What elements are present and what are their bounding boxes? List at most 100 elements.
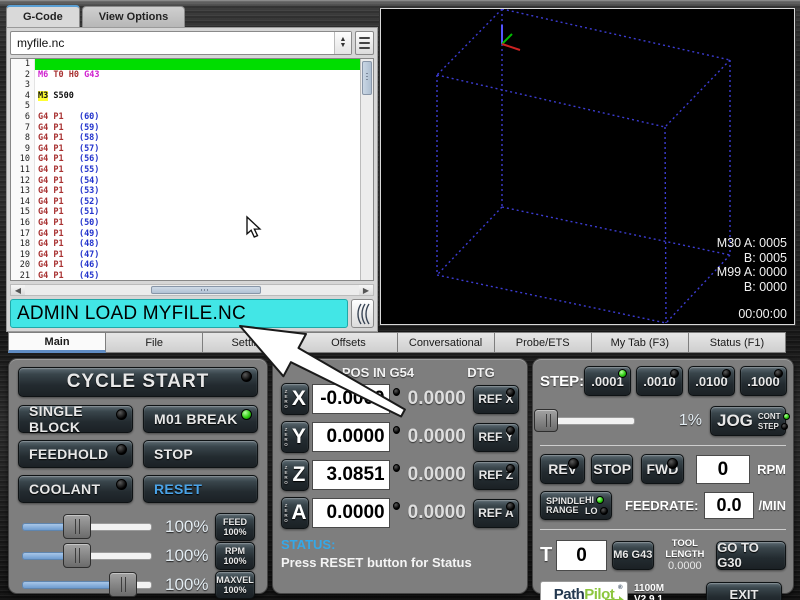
ref-z-button[interactable]: REF Z — [472, 460, 519, 490]
spindle-stop-button[interactable]: STOP — [591, 454, 634, 484]
rpm-100-button[interactable]: RPM 100% — [215, 542, 255, 570]
gcode-line[interactable]: 5 — [11, 101, 360, 112]
spindle-rev-button[interactable]: REV — [540, 454, 586, 484]
tab-status-f1[interactable]: Status (F1) — [688, 332, 786, 353]
dro-a-input[interactable]: 0.0000 — [311, 498, 390, 528]
step-0100-button[interactable]: .0100 — [688, 366, 735, 396]
feed-slider-handle[interactable] — [62, 514, 91, 539]
step-0001-button[interactable]: .0001 — [584, 366, 631, 396]
coolant-button[interactable]: COOLANT — [18, 475, 133, 503]
gcode-line[interactable]: 20 G4 P1 (46) — [11, 260, 360, 271]
rpm-slider-handle[interactable] — [62, 543, 91, 568]
tab-my-tab-f3[interactable]: My Tab (F3) — [591, 332, 689, 353]
gcode-horizontal-scrollbar[interactable]: ◀ ▶ — [10, 284, 374, 296]
scroll-right-arrow-icon[interactable]: ▶ — [359, 285, 373, 295]
feedrate-input[interactable]: 0.0 — [704, 492, 754, 519]
gcode-line[interactable]: 17 G4 P1 (49) — [11, 228, 360, 240]
m6-g43-button[interactable]: M6 G43 — [611, 540, 654, 570]
ref-a-button[interactable]: REF A — [472, 498, 519, 528]
tab-probe-ets[interactable]: Probe/ETS — [494, 332, 592, 353]
axis-letter: Z — [292, 463, 306, 486]
gcode-line[interactable]: 4 M3 S500 — [11, 90, 360, 102]
zero-label: ZERO — [284, 389, 288, 409]
gcode-line[interactable]: 11 G4 P1 (55) — [11, 164, 360, 176]
gcode-line[interactable]: 15 G4 P1 (51) — [11, 207, 360, 218]
dro-y-input[interactable]: 0.0000 — [311, 422, 390, 452]
ref-x-button[interactable]: REF X — [472, 384, 519, 414]
maxvel-100-button[interactable]: MAXVEL 100% — [215, 571, 255, 599]
expand-view-button[interactable] — [351, 299, 374, 328]
dro-x-input[interactable]: -0.0000 — [311, 384, 390, 414]
step-led — [722, 369, 731, 378]
tab-file[interactable]: File — [106, 332, 204, 353]
feed-slider[interactable] — [22, 514, 152, 539]
line-number: 6 — [11, 111, 35, 123]
zero-z-button[interactable]: ZERO Z — [281, 459, 309, 491]
maxvel-slider[interactable] — [22, 572, 152, 597]
gcode-line[interactable]: 9 G4 P1 (57) — [11, 143, 360, 155]
axis-triad-icon — [501, 25, 521, 51]
zero-y-button[interactable]: ZEROY — [281, 421, 309, 453]
tool-number-input[interactable]: 0 — [556, 539, 607, 571]
jog-mode-step-led — [780, 422, 788, 430]
zero-x-button[interactable]: ZEROX — [281, 383, 309, 415]
gcode-line[interactable]: 7 G4 P1 (59) — [11, 122, 360, 134]
tab-conversational[interactable]: Conversational — [397, 332, 495, 353]
spindle-fwd-button[interactable]: FWD — [641, 454, 684, 484]
ref-y-button[interactable]: REF Y — [472, 422, 519, 452]
gcode-line[interactable]: 12 G4 P1 (54) — [11, 175, 360, 187]
gcode-line[interactable]: 1 — [11, 59, 360, 70]
dro-a-led — [392, 502, 401, 510]
gcode-text: G4 P1 (57) — [38, 143, 100, 154]
spindle-range-button[interactable]: SPINDLE RANGE HI LO — [540, 491, 612, 520]
tab-offsets[interactable]: Offsets — [300, 332, 398, 353]
ref-x-led — [506, 387, 515, 397]
exit-button[interactable]: EXIT — [706, 581, 782, 600]
maxvel-slider-handle[interactable] — [109, 572, 138, 597]
jog-mode-button[interactable]: JOG CONT STEP — [710, 406, 790, 436]
gcode-line[interactable]: 6 G4 P1 (60) — [11, 111, 360, 123]
gcode-line[interactable]: 3 — [11, 80, 360, 91]
feed-100-button[interactable]: FEED 100% — [215, 513, 255, 541]
combobox-spinner-icon[interactable]: ▲ ▼ — [334, 32, 351, 54]
horizontal-scroll-thumb[interactable] — [151, 286, 261, 294]
rpm-slider[interactable] — [22, 543, 152, 568]
jog-slider-handle[interactable] — [533, 409, 558, 432]
gcode-line[interactable]: 2 M6 T0 H0 G43 — [11, 69, 360, 81]
gcode-line[interactable]: 13 G4 P1 (53) — [11, 186, 360, 197]
gcode-line[interactable]: 14 G4 P1 (52) — [11, 196, 360, 208]
jog-speed-slider[interactable] — [533, 409, 635, 432]
stop-button[interactable]: STOP — [143, 440, 258, 468]
gcode-pane-tab-view-options[interactable]: View Options — [81, 6, 186, 27]
scroll-left-arrow-icon[interactable]: ◀ — [11, 285, 25, 295]
go-to-g30-button[interactable]: GO TO G30 — [716, 540, 787, 570]
m01-break-button[interactable]: M01 BREAK — [143, 405, 258, 433]
loaded-file-combobox[interactable]: myfile.nc ▲ ▼ — [10, 31, 352, 55]
cycle-start-button[interactable]: CYCLE START — [18, 367, 258, 397]
recent-files-menu-button[interactable] — [355, 31, 374, 55]
gcode-line[interactable]: 16 G4 P1 (50) — [11, 217, 360, 229]
gcode-line[interactable]: 18 G4 P1 (48) — [11, 239, 360, 250]
gcode-vertical-scrollbar[interactable] — [360, 59, 373, 280]
vertical-scroll-thumb[interactable] — [362, 61, 372, 95]
gcode-line[interactable]: 19 G4 P1 (47) — [11, 249, 360, 261]
gcode-line[interactable]: 8 G4 P1 (58) — [11, 133, 360, 144]
tab-settings[interactable]: Settings — [203, 332, 301, 353]
step-0010-button[interactable]: .0010 — [636, 366, 683, 396]
dro-z-input[interactable]: 3.0851 — [311, 460, 390, 490]
gcode-line[interactable]: 10 G4 P1 (56) — [11, 154, 360, 165]
gcode-line[interactable]: 21 G4 P1 (45) — [11, 270, 360, 280]
rpm-input[interactable]: 0 — [695, 454, 751, 484]
feedhold-button[interactable]: FEEDHOLD — [18, 440, 133, 468]
single-block-button[interactable]: SINGLE BLOCK — [18, 403, 133, 435]
reset-button[interactable]: RESET — [143, 475, 258, 503]
toolpath-preview[interactable]: M30 A: 0005 B: 0005 M99 A: 0000 B: 0000 00:… — [380, 8, 795, 325]
jog-percent: 1% — [678, 412, 702, 429]
gcode-listing[interactable]: 1 2 M6 T0 H0 G43 3 4 M3 S500 5 6 G4 P1 (60) 7 G4 P… — [10, 58, 374, 281]
gcode-pane-tab-g-code[interactable]: G-Code — [6, 5, 80, 27]
tab-main[interactable]: Main — [8, 332, 107, 353]
step-1000-button[interactable]: .1000 — [740, 366, 787, 396]
zero-a-button[interactable]: ZEROA — [281, 497, 309, 529]
gcode-text — [35, 80, 360, 91]
line-number: 7 — [11, 122, 35, 134]
